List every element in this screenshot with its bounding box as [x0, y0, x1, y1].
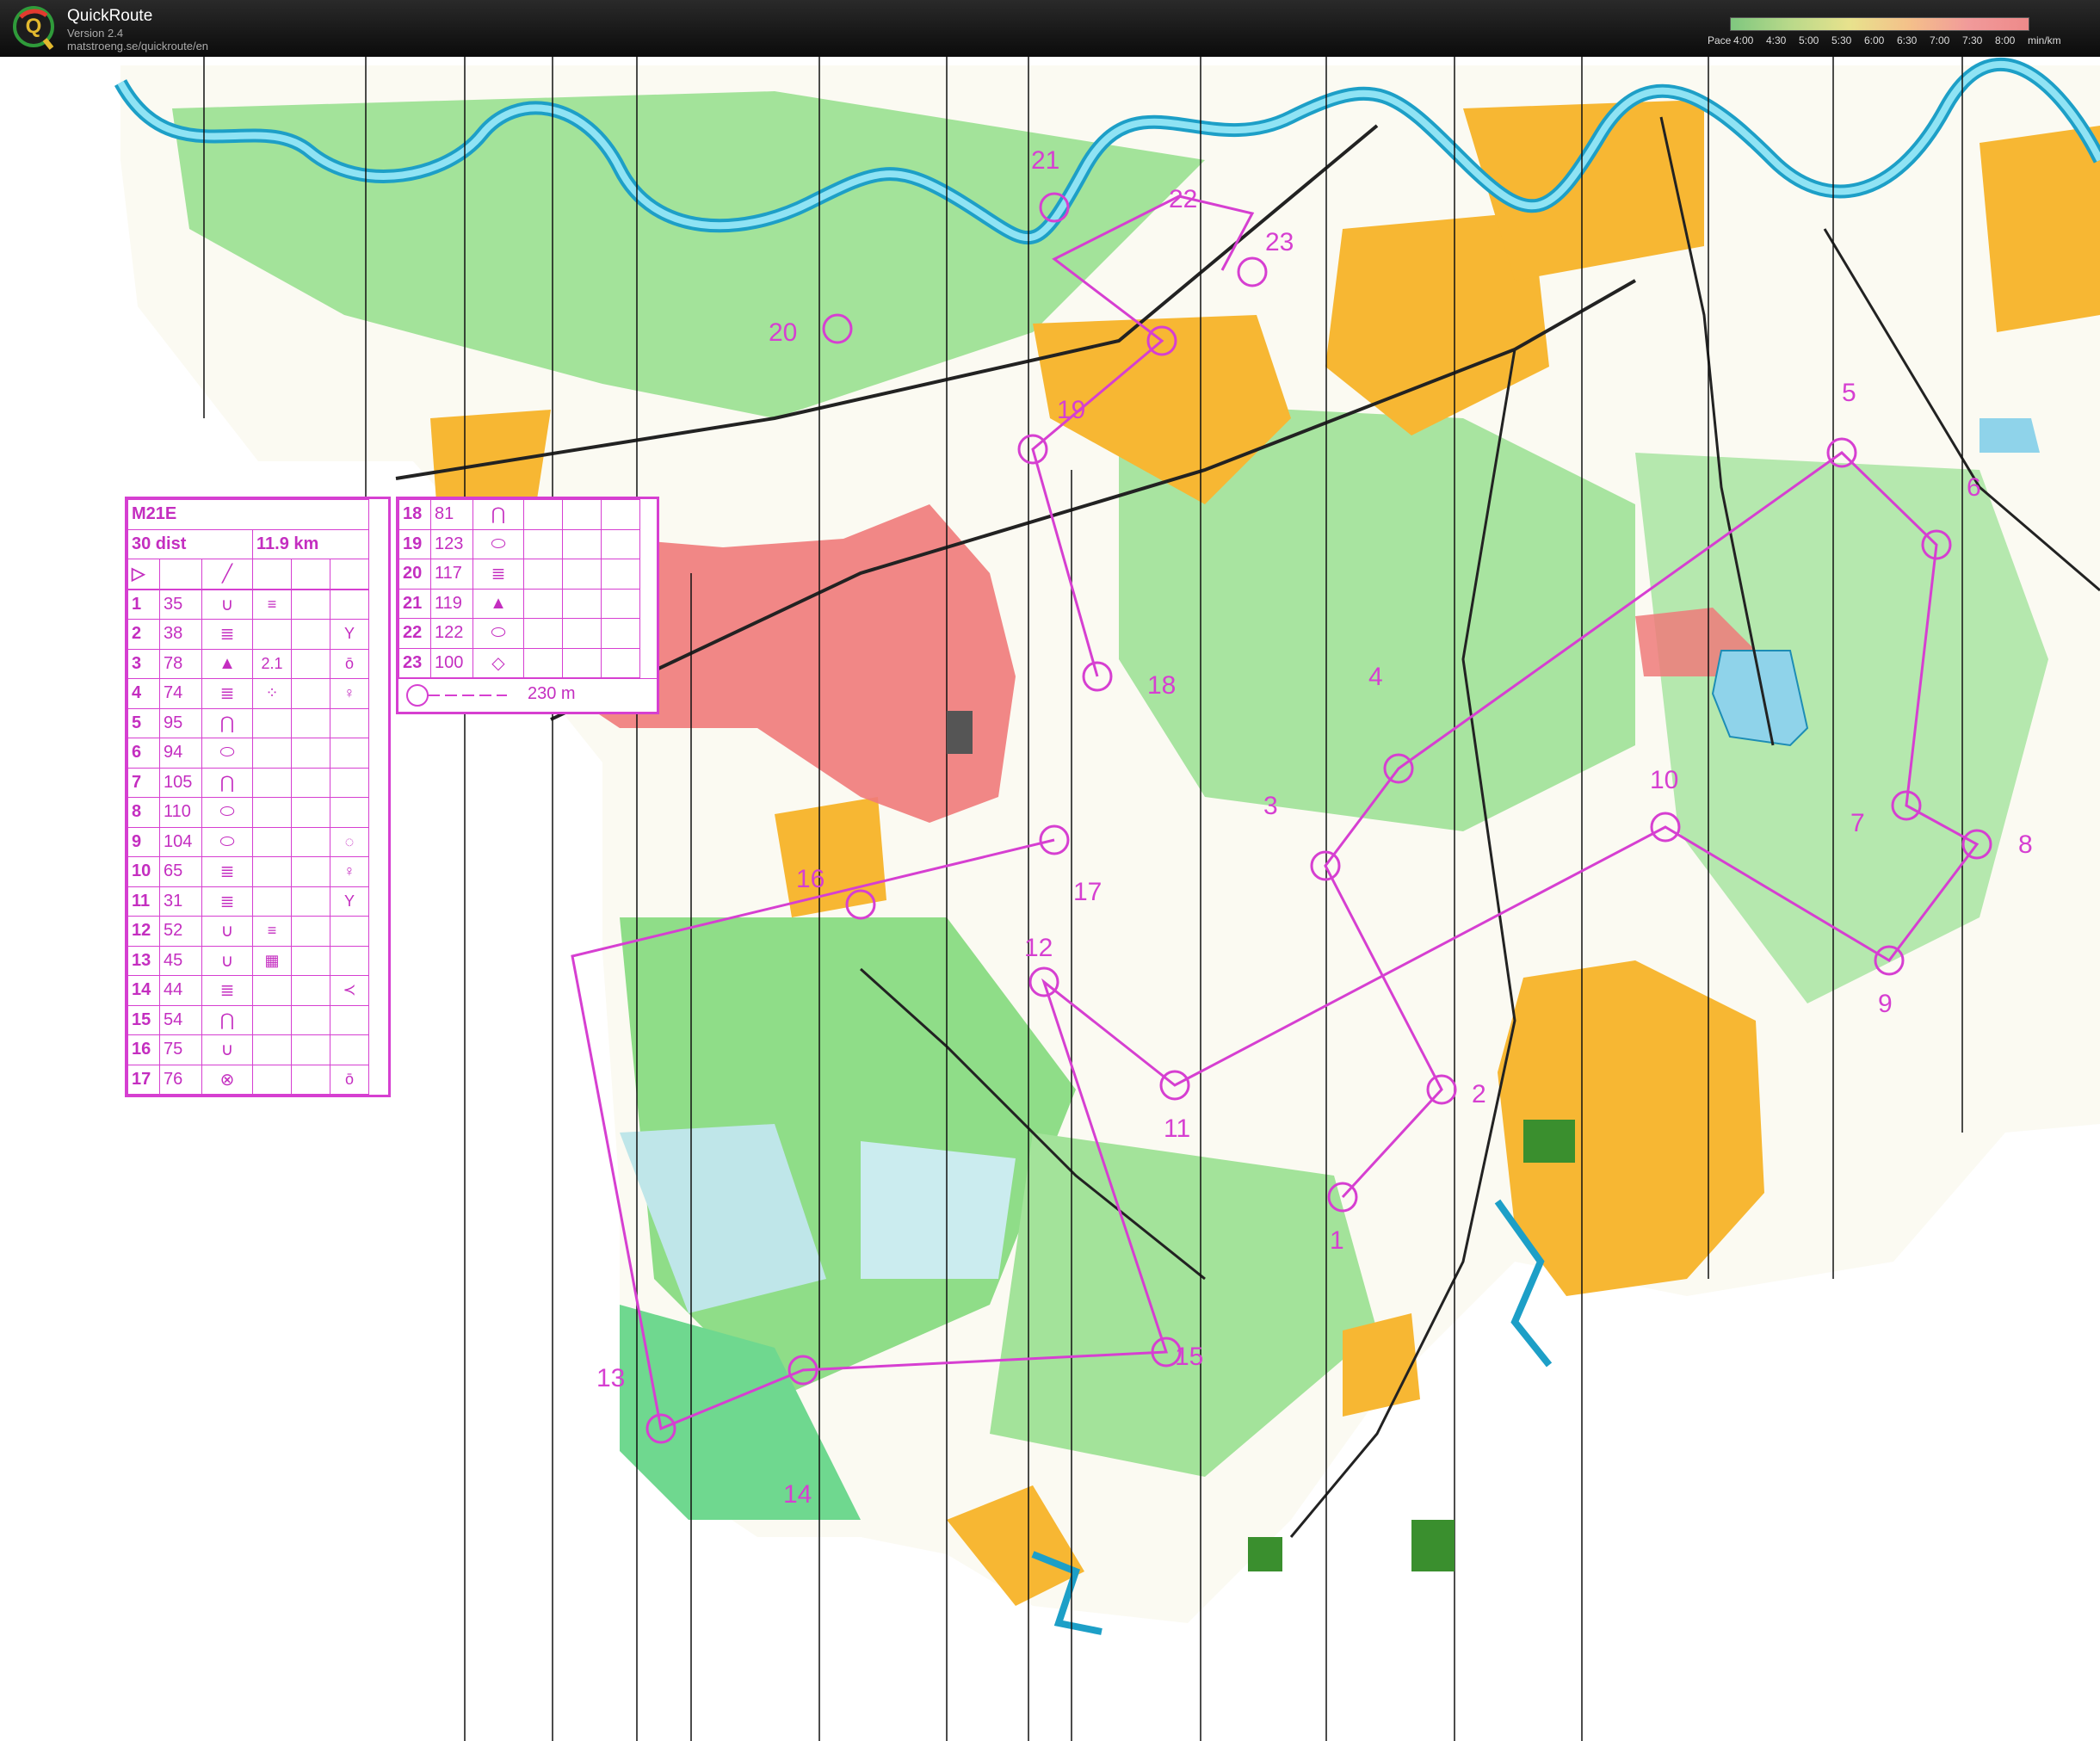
- pace-label: 4:30: [1766, 34, 1787, 46]
- start-triangle-icon: ▷: [127, 559, 160, 590]
- control-row: 22 122 ⬭: [398, 618, 640, 649]
- control-row: 9 104 ⬭ ◌: [127, 826, 369, 857]
- course-stat: 30 dist: [127, 528, 253, 559]
- control-row: 11 31 ≣ Y: [127, 886, 369, 917]
- control-description-right: 18 81 ⋂ 19 123 ⬭ 20 117 ≣ 21 119 ▲ 22 122 ⬭ 23 100 ◇ 230 …: [396, 497, 659, 714]
- control-label: 20: [769, 318, 797, 347]
- left-control-rows: 1 35 ∪ ≡ 2 38 ≣ Y 3 78 ▲ 2.1 ō 4 74 ≣ ⁘ ♀ 5 95 ⋂ 6 94 ⬭ 7 105 ⋂ 8 11…: [127, 589, 369, 1096]
- control-label: 12: [1024, 934, 1053, 962]
- control-label: 23: [1265, 228, 1294, 256]
- control-label: 9: [1878, 990, 1893, 1018]
- control-row: 17 76 ⊗ ō: [127, 1064, 369, 1095]
- control-row: 6 94 ⬭: [127, 738, 369, 769]
- pace-label: 6:00: [1864, 34, 1885, 46]
- control-row: 7 105 ⋂: [127, 767, 369, 798]
- control-label: 18: [1147, 671, 1176, 700]
- pace-label: 5:00: [1799, 34, 1819, 46]
- control-description-left: M21E 30 dist 11.9 km ▷ ╱ 1 35 ∪ ≡ 2 38 ≣ Y 3 78 ▲ 2.…: [125, 497, 391, 1097]
- map-open-area: [1980, 126, 2100, 332]
- pace-label: 7:00: [1930, 34, 1950, 46]
- map-block: [1523, 1120, 1575, 1163]
- pace-label: 4:00: [1733, 34, 1754, 46]
- control-row: 4 74 ≣ ⁘ ♀: [127, 678, 369, 709]
- control-label: 3: [1263, 792, 1278, 820]
- control-row: 10 65 ≣ ♀: [127, 856, 369, 887]
- control-label: 19: [1057, 396, 1085, 424]
- control-row: 21 119 ▲: [398, 588, 640, 619]
- map-block: [947, 711, 973, 754]
- map-marsh-blue: [861, 1141, 1016, 1279]
- control-row: 13 45 ∪ ▦: [127, 945, 369, 976]
- control-row: 2 38 ≣ Y: [127, 619, 369, 650]
- control-label: 10: [1650, 766, 1678, 794]
- control-label: 17: [1073, 878, 1102, 906]
- map-block: [1248, 1537, 1282, 1571]
- control-label: 7: [1850, 809, 1865, 837]
- control-label: 15: [1175, 1343, 1203, 1371]
- control-row: 18 81 ⋂: [398, 499, 640, 530]
- control-row: 8 110 ⬭: [127, 797, 369, 828]
- app-version: Version 2.4: [67, 27, 124, 40]
- control-label: 6: [1967, 473, 1981, 502]
- control-label: 21: [1031, 146, 1059, 175]
- map-open-area: [1343, 1313, 1420, 1417]
- control-label: 13: [596, 1364, 625, 1392]
- lake: [1980, 418, 2040, 453]
- control-label: 11: [1164, 1114, 1190, 1143]
- control-row: 12 52 ∪ ≡: [127, 916, 369, 947]
- map-block: [1411, 1520, 1455, 1571]
- quickroute-logo-icon: Q: [13, 6, 54, 50]
- finish-row: 230 m: [398, 678, 657, 712]
- map-open-area: [775, 797, 886, 917]
- control-row: 16 75 ∪: [127, 1034, 369, 1065]
- title-bar: Q QuickRoute Version 2.4 matstroeng.se/q…: [0, 0, 2100, 57]
- control-row: 5 95 ⋂: [127, 707, 369, 738]
- app-url[interactable]: matstroeng.se/quickroute/en: [67, 40, 208, 52]
- course-class: M21E: [127, 499, 369, 530]
- control-label: 16: [796, 865, 825, 893]
- control-label: 1: [1330, 1226, 1344, 1255]
- control-row: 14 44 ≣ ≺: [127, 975, 369, 1006]
- control-label: 22: [1169, 185, 1197, 213]
- pace-label: 6:30: [1897, 34, 1918, 46]
- lake: [1711, 650, 1809, 747]
- pace-prefix: Pace: [1708, 34, 1732, 46]
- right-control-rows: 18 81 ⋂ 19 123 ⬭ 20 117 ≣ 21 119 ▲ 22 122 ⬭ 23 100 ◇: [398, 499, 640, 678]
- control-row: 20 117 ≣: [398, 559, 640, 590]
- finish-distance: 230 m: [528, 684, 576, 703]
- app-name: QuickRoute: [67, 7, 153, 25]
- control-row: 15 54 ⋂: [127, 1004, 369, 1035]
- course-stat: 11.9 km: [252, 528, 369, 559]
- finish-route-icon: [406, 684, 507, 707]
- pace-unit: min/km: [2028, 34, 2061, 46]
- svg-text:Q: Q: [26, 15, 42, 38]
- control-label: 4: [1368, 663, 1383, 691]
- control-label: 5: [1842, 379, 1856, 407]
- control-row: 1 35 ∪ ≡: [127, 589, 369, 620]
- control-row: 23 100 ◇: [398, 647, 640, 678]
- control-row: 19 123 ⬭: [398, 528, 640, 559]
- control-label: 2: [1472, 1080, 1486, 1108]
- pace-label: 5:30: [1831, 34, 1852, 46]
- control-label: 8: [2018, 830, 2033, 859]
- control-row: 3 78 ▲ 2.1 ō: [127, 648, 369, 679]
- pace-color-bar: [1730, 17, 2029, 31]
- pace-label: 7:30: [1962, 34, 1983, 46]
- pace-label: 8:00: [1995, 34, 2016, 46]
- pace-scale-labels: Pace 4:00 4:30 5:00 5:30 6:00 6:30 7:00 …: [1708, 34, 2091, 48]
- control-label: 14: [783, 1480, 812, 1509]
